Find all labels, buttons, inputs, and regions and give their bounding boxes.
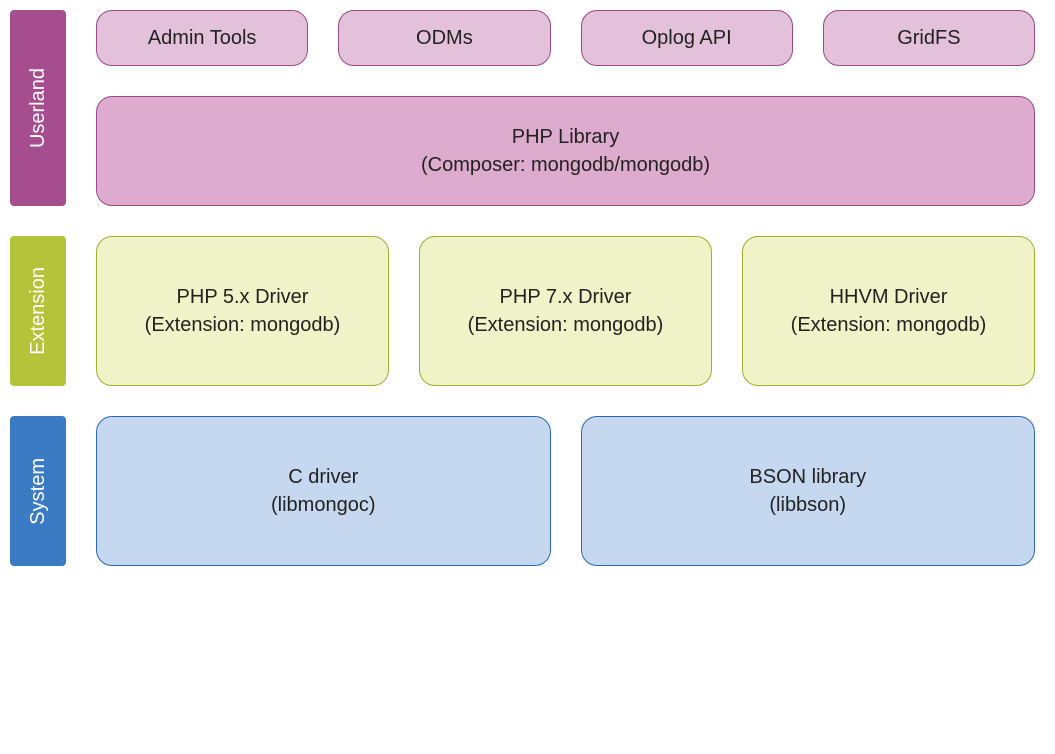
layer-label-userland: Userland (10, 10, 66, 206)
layer-extension: Extension PHP 5.x Driver (Extension: mon… (10, 236, 1035, 386)
box-php-library: PHP Library (Composer: mongodb/mongodb) (96, 96, 1035, 206)
box-title: PHP 7.x Driver (500, 283, 632, 311)
box-subtitle: (Composer: mongodb/mongodb) (421, 151, 710, 179)
layer-system: System C driver (libmongoc) BSON library… (10, 416, 1035, 566)
box-label: GridFS (897, 24, 960, 52)
box-gridfs: GridFS (823, 10, 1035, 66)
layer-label-text: System (27, 458, 50, 525)
box-label: Admin Tools (148, 24, 257, 52)
box-oplog-api: Oplog API (581, 10, 793, 66)
box-c-driver: C driver (libmongoc) (96, 416, 551, 566)
box-title: PHP Library (512, 123, 619, 151)
layer-content-userland: Admin Tools ODMs Oplog API GridFS PHP Li… (96, 10, 1035, 206)
layer-userland: Userland Admin Tools ODMs Oplog API Grid… (10, 10, 1035, 206)
userland-library-row: PHP Library (Composer: mongodb/mongodb) (96, 96, 1035, 206)
box-php5-driver: PHP 5.x Driver (Extension: mongodb) (96, 236, 389, 386)
system-libs-row: C driver (libmongoc) BSON library (libbs… (96, 416, 1035, 566)
box-odms: ODMs (338, 10, 550, 66)
layer-content-system: C driver (libmongoc) BSON library (libbs… (96, 416, 1035, 566)
layer-label-system: System (10, 416, 66, 566)
box-hhvm-driver: HHVM Driver (Extension: mongodb) (742, 236, 1035, 386)
box-php7-driver: PHP 7.x Driver (Extension: mongodb) (419, 236, 712, 386)
box-admin-tools: Admin Tools (96, 10, 308, 66)
layer-content-extension: PHP 5.x Driver (Extension: mongodb) PHP … (96, 236, 1035, 386)
extension-drivers-row: PHP 5.x Driver (Extension: mongodb) PHP … (96, 236, 1035, 386)
layer-label-text: Extension (27, 267, 50, 355)
box-label: ODMs (416, 24, 473, 52)
box-subtitle: (libbson) (769, 491, 846, 519)
box-title: PHP 5.x Driver (177, 283, 309, 311)
box-subtitle: (Extension: mongodb) (791, 311, 987, 339)
architecture-diagram: Userland Admin Tools ODMs Oplog API Grid… (10, 10, 1035, 566)
box-title: BSON library (749, 463, 866, 491)
box-subtitle: (Extension: mongodb) (468, 311, 664, 339)
box-label: Oplog API (642, 24, 732, 52)
userland-tools-row: Admin Tools ODMs Oplog API GridFS (96, 10, 1035, 66)
box-bson-library: BSON library (libbson) (581, 416, 1036, 566)
layer-label-extension: Extension (10, 236, 66, 386)
layer-label-text: Userland (27, 68, 50, 148)
box-subtitle: (Extension: mongodb) (145, 311, 341, 339)
box-title: C driver (288, 463, 358, 491)
box-title: HHVM Driver (830, 283, 948, 311)
box-subtitle: (libmongoc) (271, 491, 375, 519)
